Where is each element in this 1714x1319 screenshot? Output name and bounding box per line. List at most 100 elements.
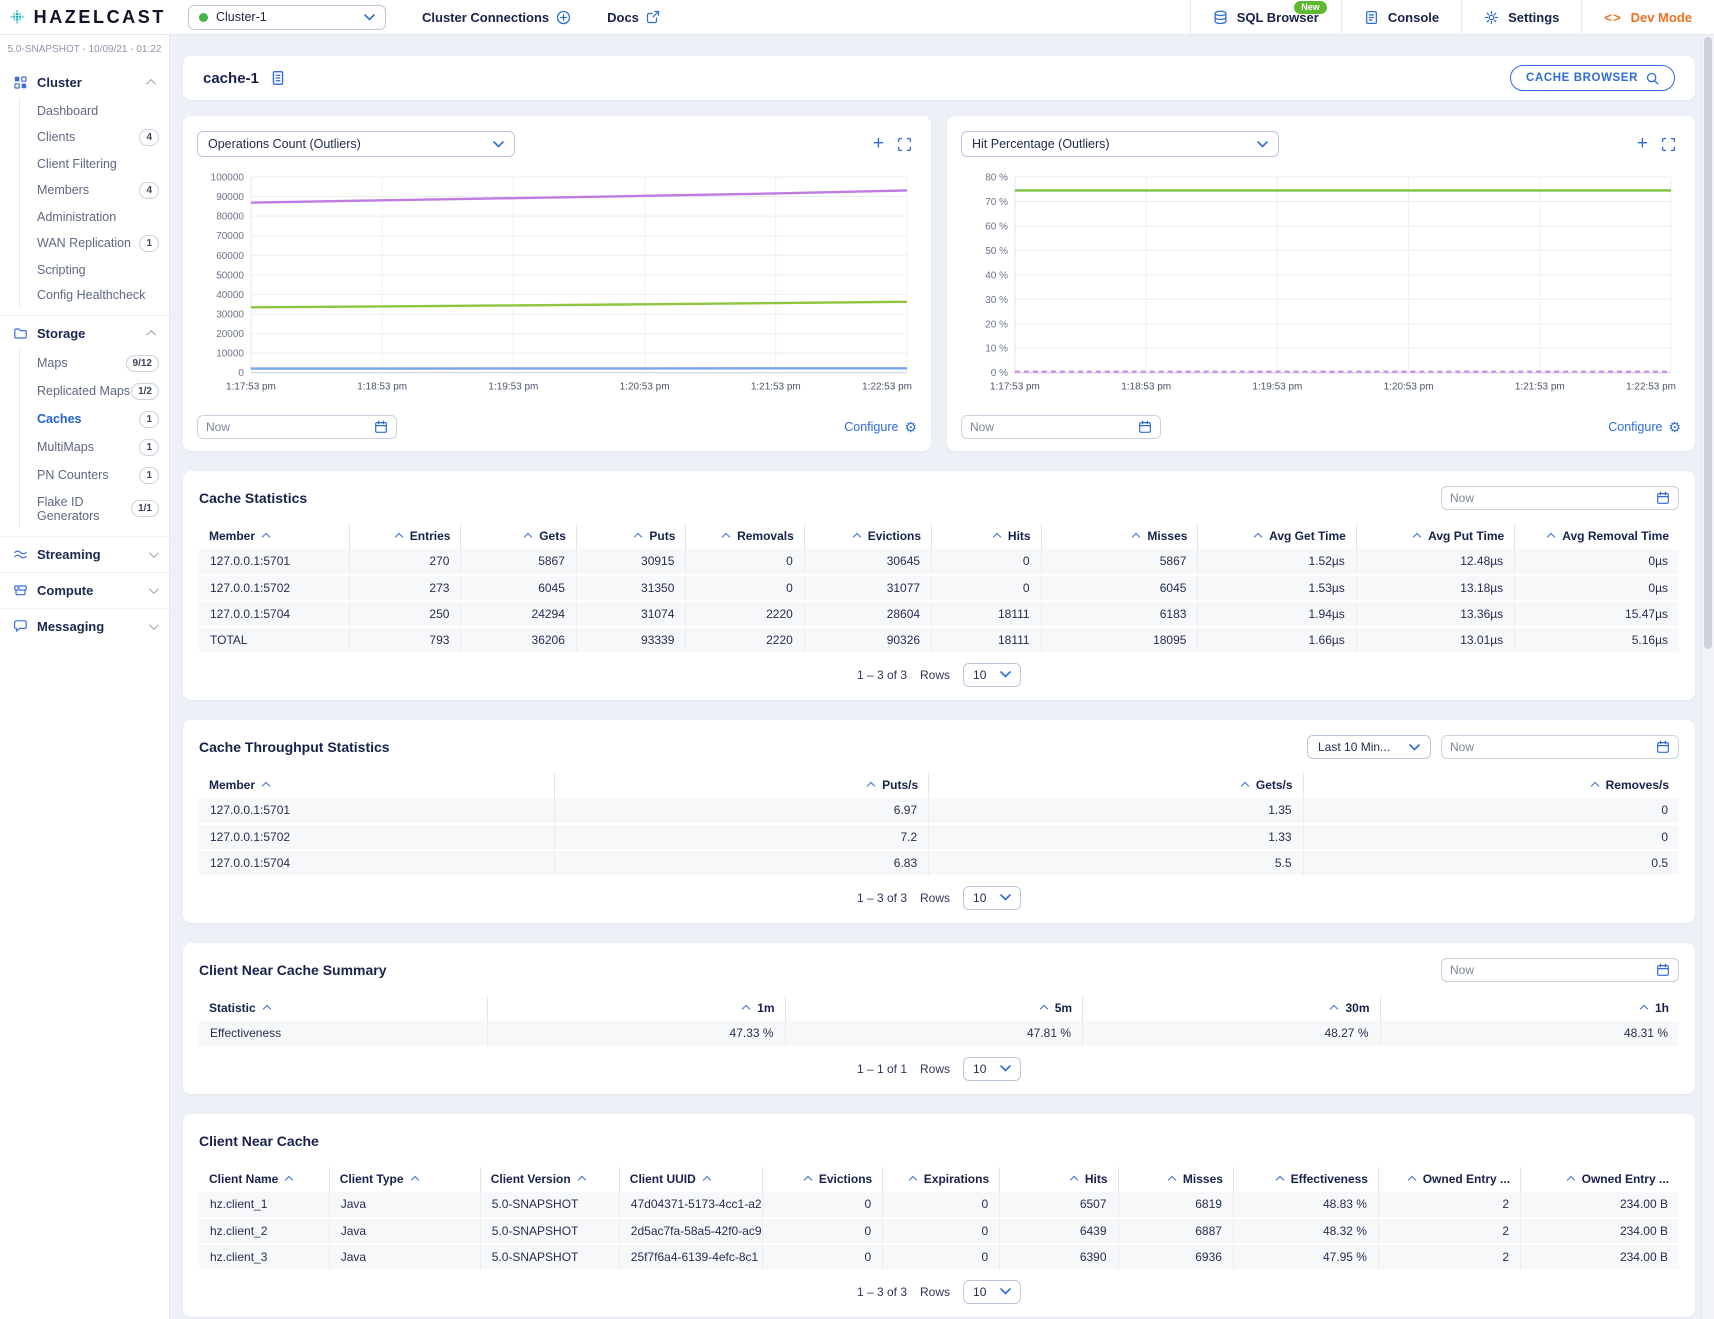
time-travel-value: Now	[1450, 740, 1474, 754]
column-header-owned-entry[interactable]: Owned Entry ...	[1521, 1167, 1679, 1192]
gear-icon: ⚙	[904, 420, 917, 434]
column-header-removes-s[interactable]: Removes/s	[1303, 773, 1679, 798]
sidebar-section-header-messaging[interactable]: Messaging	[0, 612, 169, 641]
column-header-5m[interactable]: 5m	[785, 996, 1082, 1021]
column-header-statistic[interactable]: Statistic	[199, 996, 488, 1021]
sidebar-section-header-streaming[interactable]: Streaming	[0, 540, 169, 569]
sidebar-section-header-compute[interactable]: Compute	[0, 576, 169, 605]
time-travel-input[interactable]: Now	[1441, 486, 1679, 510]
metric-select[interactable]: Hit Percentage (Outliers)	[961, 131, 1279, 157]
sidebar-item-config-healthcheck[interactable]: Config Healthcheck	[20, 282, 169, 307]
sidebar-item-caches[interactable]: Caches1	[20, 405, 169, 433]
count-badge: 1/2	[131, 383, 159, 400]
sidebar-item-members[interactable]: Members4	[20, 176, 169, 204]
section-title: Client Near Cache	[199, 1133, 319, 1149]
page-size-select[interactable]: 10	[963, 1057, 1021, 1081]
database-icon	[1213, 10, 1228, 25]
column-header-gets[interactable]: Gets	[461, 524, 576, 549]
configure-link[interactable]: Configure ⚙	[844, 420, 917, 434]
column-label: 1m	[757, 1001, 774, 1015]
column-header-1h[interactable]: 1h	[1380, 996, 1679, 1021]
svg-text:70 %: 70 %	[985, 197, 1008, 208]
page-size-value: 10	[973, 1285, 986, 1299]
chevron-down-icon	[364, 14, 375, 21]
column-header-avg-get-time[interactable]: Avg Get Time	[1198, 524, 1356, 549]
column-label: Client Name	[209, 1172, 278, 1186]
page-size-select[interactable]: 10	[963, 1280, 1021, 1304]
column-header-gets-s[interactable]: Gets/s	[929, 773, 1303, 798]
scrollbar[interactable]	[1701, 35, 1714, 1319]
column-header-puts[interactable]: Puts	[576, 524, 686, 549]
fullscreen-icon[interactable]	[897, 137, 912, 152]
column-header-expirations[interactable]: Expirations	[883, 1167, 1000, 1192]
sidebar-item-dashboard[interactable]: Dashboard	[20, 98, 169, 123]
column-header-owned-entry[interactable]: Owned Entry ...	[1378, 1167, 1520, 1192]
sidebar-section-header-cluster[interactable]: Cluster	[0, 68, 169, 97]
table-cell: 0.5	[1303, 850, 1679, 876]
dev-mode-button[interactable]: <> Dev Mode	[1581, 0, 1714, 34]
sidebar-item-replicated-maps[interactable]: Replicated Maps1/2	[20, 377, 169, 405]
time-travel-input[interactable]: Now	[197, 415, 397, 439]
column-header-avg-put-time[interactable]: Avg Put Time	[1356, 524, 1514, 549]
table-cell: 127.0.0.1:5704	[199, 601, 350, 627]
operations-chart: 1000009000080000700006000050000400003000…	[199, 169, 915, 407]
column-header-evictions[interactable]: Evictions	[804, 524, 931, 549]
interval-select[interactable]: Last 10 Min...	[1307, 735, 1431, 759]
column-header-1m[interactable]: 1m	[488, 996, 785, 1021]
column-header-puts-s[interactable]: Puts/s	[554, 773, 928, 798]
sidebar-item-scripting[interactable]: Scripting	[20, 257, 169, 282]
configure-link[interactable]: Configure ⚙	[1608, 420, 1681, 434]
column-header-member[interactable]: Member	[199, 524, 350, 549]
sidebar-item-client-filtering[interactable]: Client Filtering	[20, 151, 169, 176]
column-header-30m[interactable]: 30m	[1083, 996, 1380, 1021]
sidebar-item-maps[interactable]: Maps9/12	[20, 349, 169, 377]
table-cell: 0	[1303, 798, 1679, 824]
copy-config-icon[interactable]	[270, 70, 286, 86]
settings-button[interactable]: Settings	[1461, 0, 1581, 34]
column-header-hits[interactable]: Hits	[1000, 1167, 1118, 1192]
sidebar-item-administration[interactable]: Administration	[20, 204, 169, 229]
table-cell: 93339	[576, 627, 686, 653]
column-header-effectiveness[interactable]: Effectiveness	[1233, 1167, 1378, 1192]
column-header-misses[interactable]: Misses	[1041, 524, 1198, 549]
cache-browser-button[interactable]: CACHE BROWSER	[1510, 65, 1675, 91]
sidebar-item-multimaps[interactable]: MultiMaps1	[20, 433, 169, 461]
column-header-member[interactable]: Member	[199, 773, 554, 798]
page-size-select[interactable]: 10	[963, 886, 1021, 910]
column-header-client-uuid[interactable]: Client UUID	[619, 1167, 763, 1192]
add-chart-icon[interactable]: +	[1637, 137, 1648, 151]
sql-browser-button[interactable]: SQL Browser New	[1190, 0, 1341, 34]
scrollbar-thumb[interactable]	[1704, 37, 1712, 649]
sidebar-item-pn-counters[interactable]: PN Counters1	[20, 461, 169, 489]
metric-select[interactable]: Operations Count (Outliers)	[197, 131, 515, 157]
page-size-select[interactable]: 10	[963, 663, 1021, 687]
time-travel-input[interactable]: Now	[961, 415, 1161, 439]
cluster-select[interactable]: Cluster-1	[188, 5, 386, 30]
column-header-removals[interactable]: Removals	[686, 524, 804, 549]
sidebar-item-wan-replication[interactable]: WAN Replication1	[20, 229, 169, 257]
add-chart-icon[interactable]: +	[873, 137, 884, 151]
fullscreen-icon[interactable]	[1661, 137, 1676, 152]
table-cell: 270	[350, 549, 461, 575]
column-header-hits[interactable]: Hits	[932, 524, 1042, 549]
table-cell: 234.00 B	[1521, 1244, 1679, 1270]
cluster-connections-link[interactable]: Cluster Connections	[422, 10, 571, 25]
series-gets	[251, 302, 907, 307]
sidebar-section-header-storage[interactable]: Storage	[0, 319, 169, 348]
sidebar-item-flake-id-generators[interactable]: Flake ID Generators1/1	[20, 489, 169, 528]
console-button[interactable]: Console	[1341, 0, 1461, 34]
docs-link[interactable]: Docs	[607, 10, 660, 25]
column-header-avg-removal-time[interactable]: Avg Removal Time	[1515, 524, 1679, 549]
table-cell: 1.52µs	[1198, 549, 1356, 575]
column-header-misses[interactable]: Misses	[1118, 1167, 1233, 1192]
column-header-client-version[interactable]: Client Version	[480, 1167, 619, 1192]
sort-chevron-icon	[395, 533, 403, 541]
time-travel-input[interactable]: Now	[1441, 958, 1679, 982]
column-header-client-name[interactable]: Client Name	[199, 1167, 329, 1192]
sidebar-item-clients[interactable]: Clients4	[20, 123, 169, 151]
column-header-evictions[interactable]: Evictions	[763, 1167, 883, 1192]
column-header-client-type[interactable]: Client Type	[329, 1167, 480, 1192]
sort-chevron-icon	[867, 782, 875, 790]
column-header-entries[interactable]: Entries	[350, 524, 461, 549]
time-travel-input[interactable]: Now	[1441, 735, 1679, 759]
